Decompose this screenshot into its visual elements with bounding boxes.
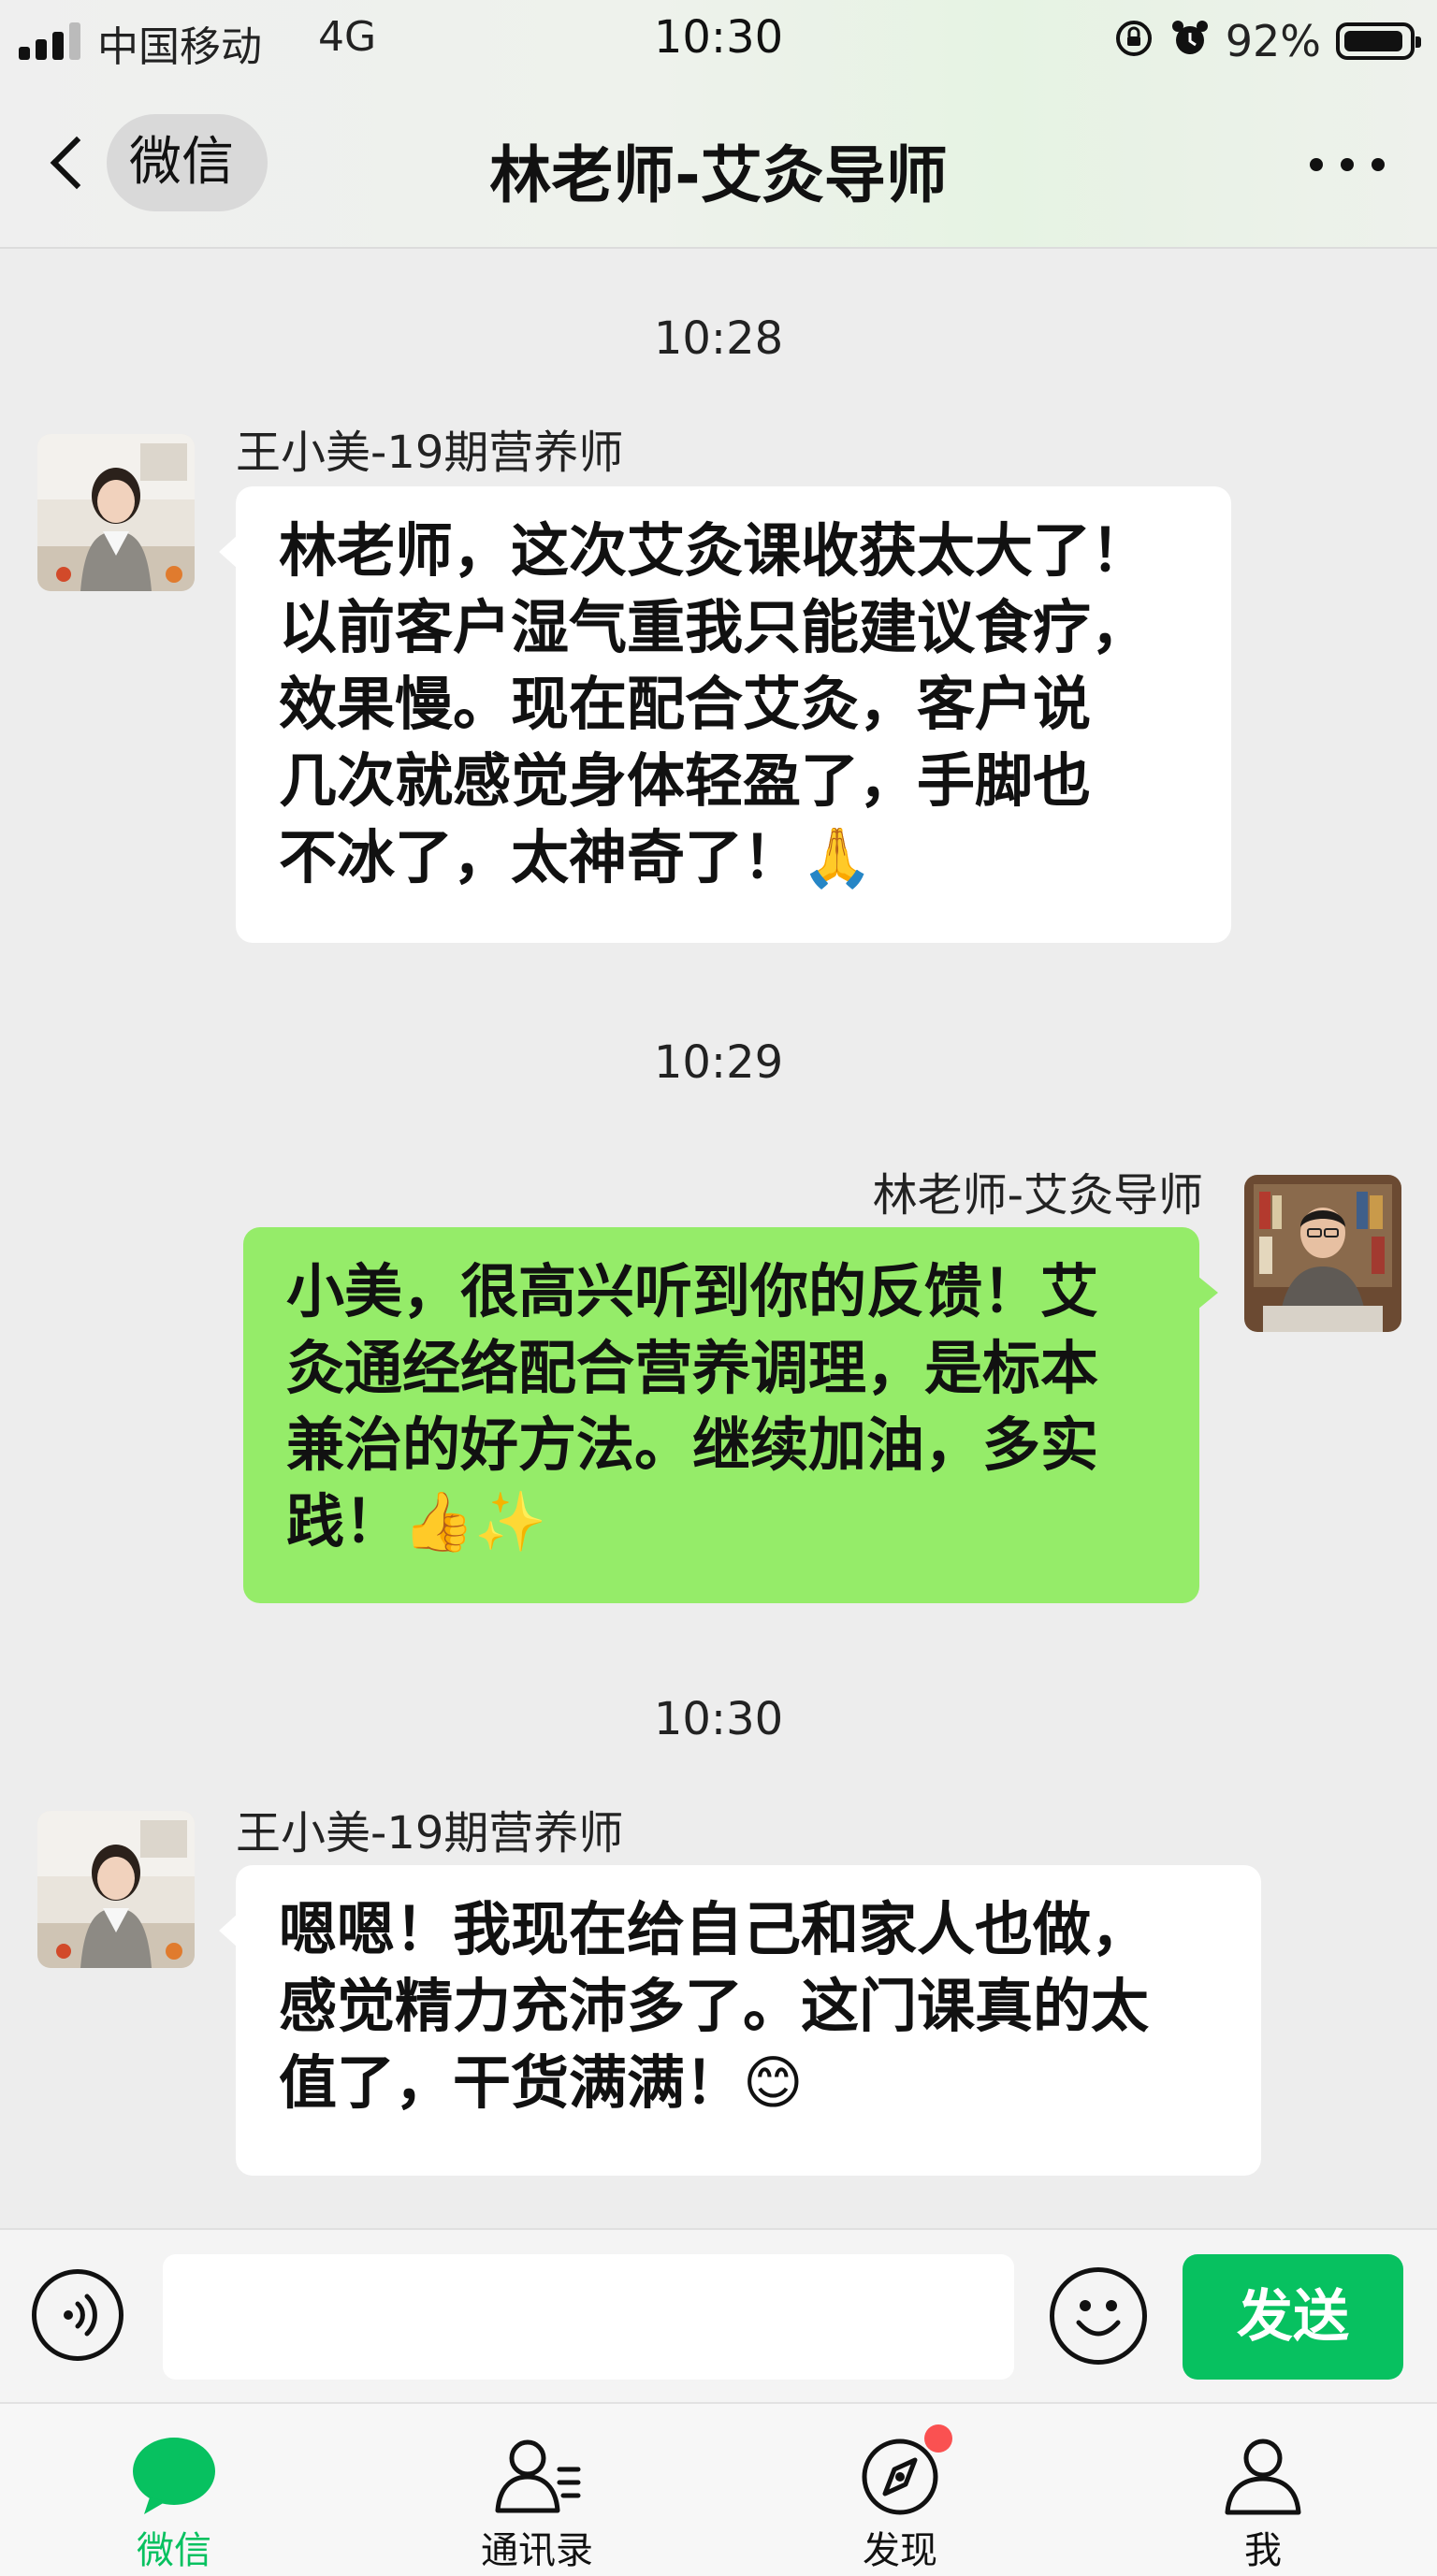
message-bubble-incoming[interactable]: 林老师，这次艾灸课收获太大了！ 以前客户湿气重我只能建议食疗， 效果慢。现在配合… [219, 486, 1231, 943]
voice-input-icon[interactable] [32, 2269, 123, 2361]
sender-name: 王小美-19期营养师 [236, 1807, 624, 1860]
message-line: 不冰了，太神奇了！🙏 [279, 823, 874, 891]
message-bubble-incoming[interactable]: 嗯嗯！我现在给自己和家人也做， 感觉精力充沛多了。这门课真的太 值了，干货满满！… [219, 1865, 1261, 2176]
battery-icon [1336, 22, 1421, 60]
message-line: 感觉精力充沛多了。这门课真的太 [279, 1972, 1150, 2040]
chat-bubble-icon [127, 2432, 221, 2516]
message-line: 以前客户湿气重我只能建议食疗， [279, 593, 1150, 661]
message-line: 灸通经络配合营养调理，是标本 [286, 1334, 1099, 1402]
contacts-icon [490, 2432, 584, 2516]
avatar-wang-xiaomei[interactable] [37, 434, 195, 591]
tab-label: 微信 [137, 2529, 211, 2572]
message-bubble-outgoing[interactable]: 小美，很高兴听到你的反馈！艾 灸通经络配合营养调理，是标本 兼治的好方法。继续加… [243, 1227, 1218, 1603]
emoji-icon[interactable] [1050, 2267, 1147, 2365]
avatar-lin-teacher[interactable] [1244, 1175, 1401, 1332]
alarm-icon [1169, 18, 1211, 65]
more-dots-icon[interactable] [1310, 153, 1385, 176]
message-timestamp: 10:30 [653, 1693, 784, 1745]
sender-name: 林老师-艾灸导师 [872, 1169, 1203, 1222]
message-line: 值了，干货满满！😊 [279, 2048, 804, 2117]
message-line: 几次就感觉身体轻盈了，手脚也 [279, 746, 1092, 815]
tab-discover[interactable]: 发现 [788, 2404, 1012, 2576]
message-line: 兼治的好方法。继续加油，多实 [286, 1411, 1099, 1479]
status-right-group: 92% [1113, 13, 1421, 69]
message-timestamp: 10:29 [653, 1036, 784, 1089]
tab-label: 发现 [863, 2529, 937, 2572]
orientation-lock-icon [1113, 18, 1154, 65]
person-icon [1216, 2432, 1310, 2516]
notification-dot [924, 2424, 952, 2453]
input-bar: 发送 [0, 2228, 1437, 2404]
message-line: 效果慢。现在配合艾灸，客户说 [279, 670, 1092, 738]
tab-chats[interactable]: 微信 [62, 2404, 286, 2576]
tab-me[interactable]: 我 [1151, 2404, 1375, 2576]
tab-label: 通讯录 [481, 2529, 593, 2572]
bottom-tab-bar: 微信 通讯录 发现 我 [0, 2402, 1437, 2576]
tab-contacts[interactable]: 通讯录 [425, 2404, 649, 2576]
message-line: 嗯嗯！我现在给自己和家人也做， [279, 1895, 1150, 1963]
message-line: 林老师，这次艾灸课收获太大了！ [279, 516, 1150, 585]
sender-name: 王小美-19期营养师 [236, 427, 624, 479]
message-input[interactable] [163, 2254, 1014, 2380]
avatar-wang-xiaomei[interactable] [37, 1811, 195, 1968]
message-timestamp: 10:28 [653, 312, 784, 365]
tab-label: 我 [1244, 2529, 1282, 2572]
message-line: 践！👍✨ [286, 1487, 547, 1556]
message-line: 小美，很高兴听到你的反馈！艾 [286, 1257, 1099, 1325]
chat-title: 林老师-艾灸导师 [489, 139, 948, 211]
send-button[interactable]: 发送 [1183, 2254, 1403, 2380]
chat-header: 微信 林老师-艾灸导师 [0, 82, 1437, 249]
status-bar: 中国移动 4G 10:30 92% [0, 0, 1437, 82]
battery-percent: 92% [1225, 16, 1321, 66]
